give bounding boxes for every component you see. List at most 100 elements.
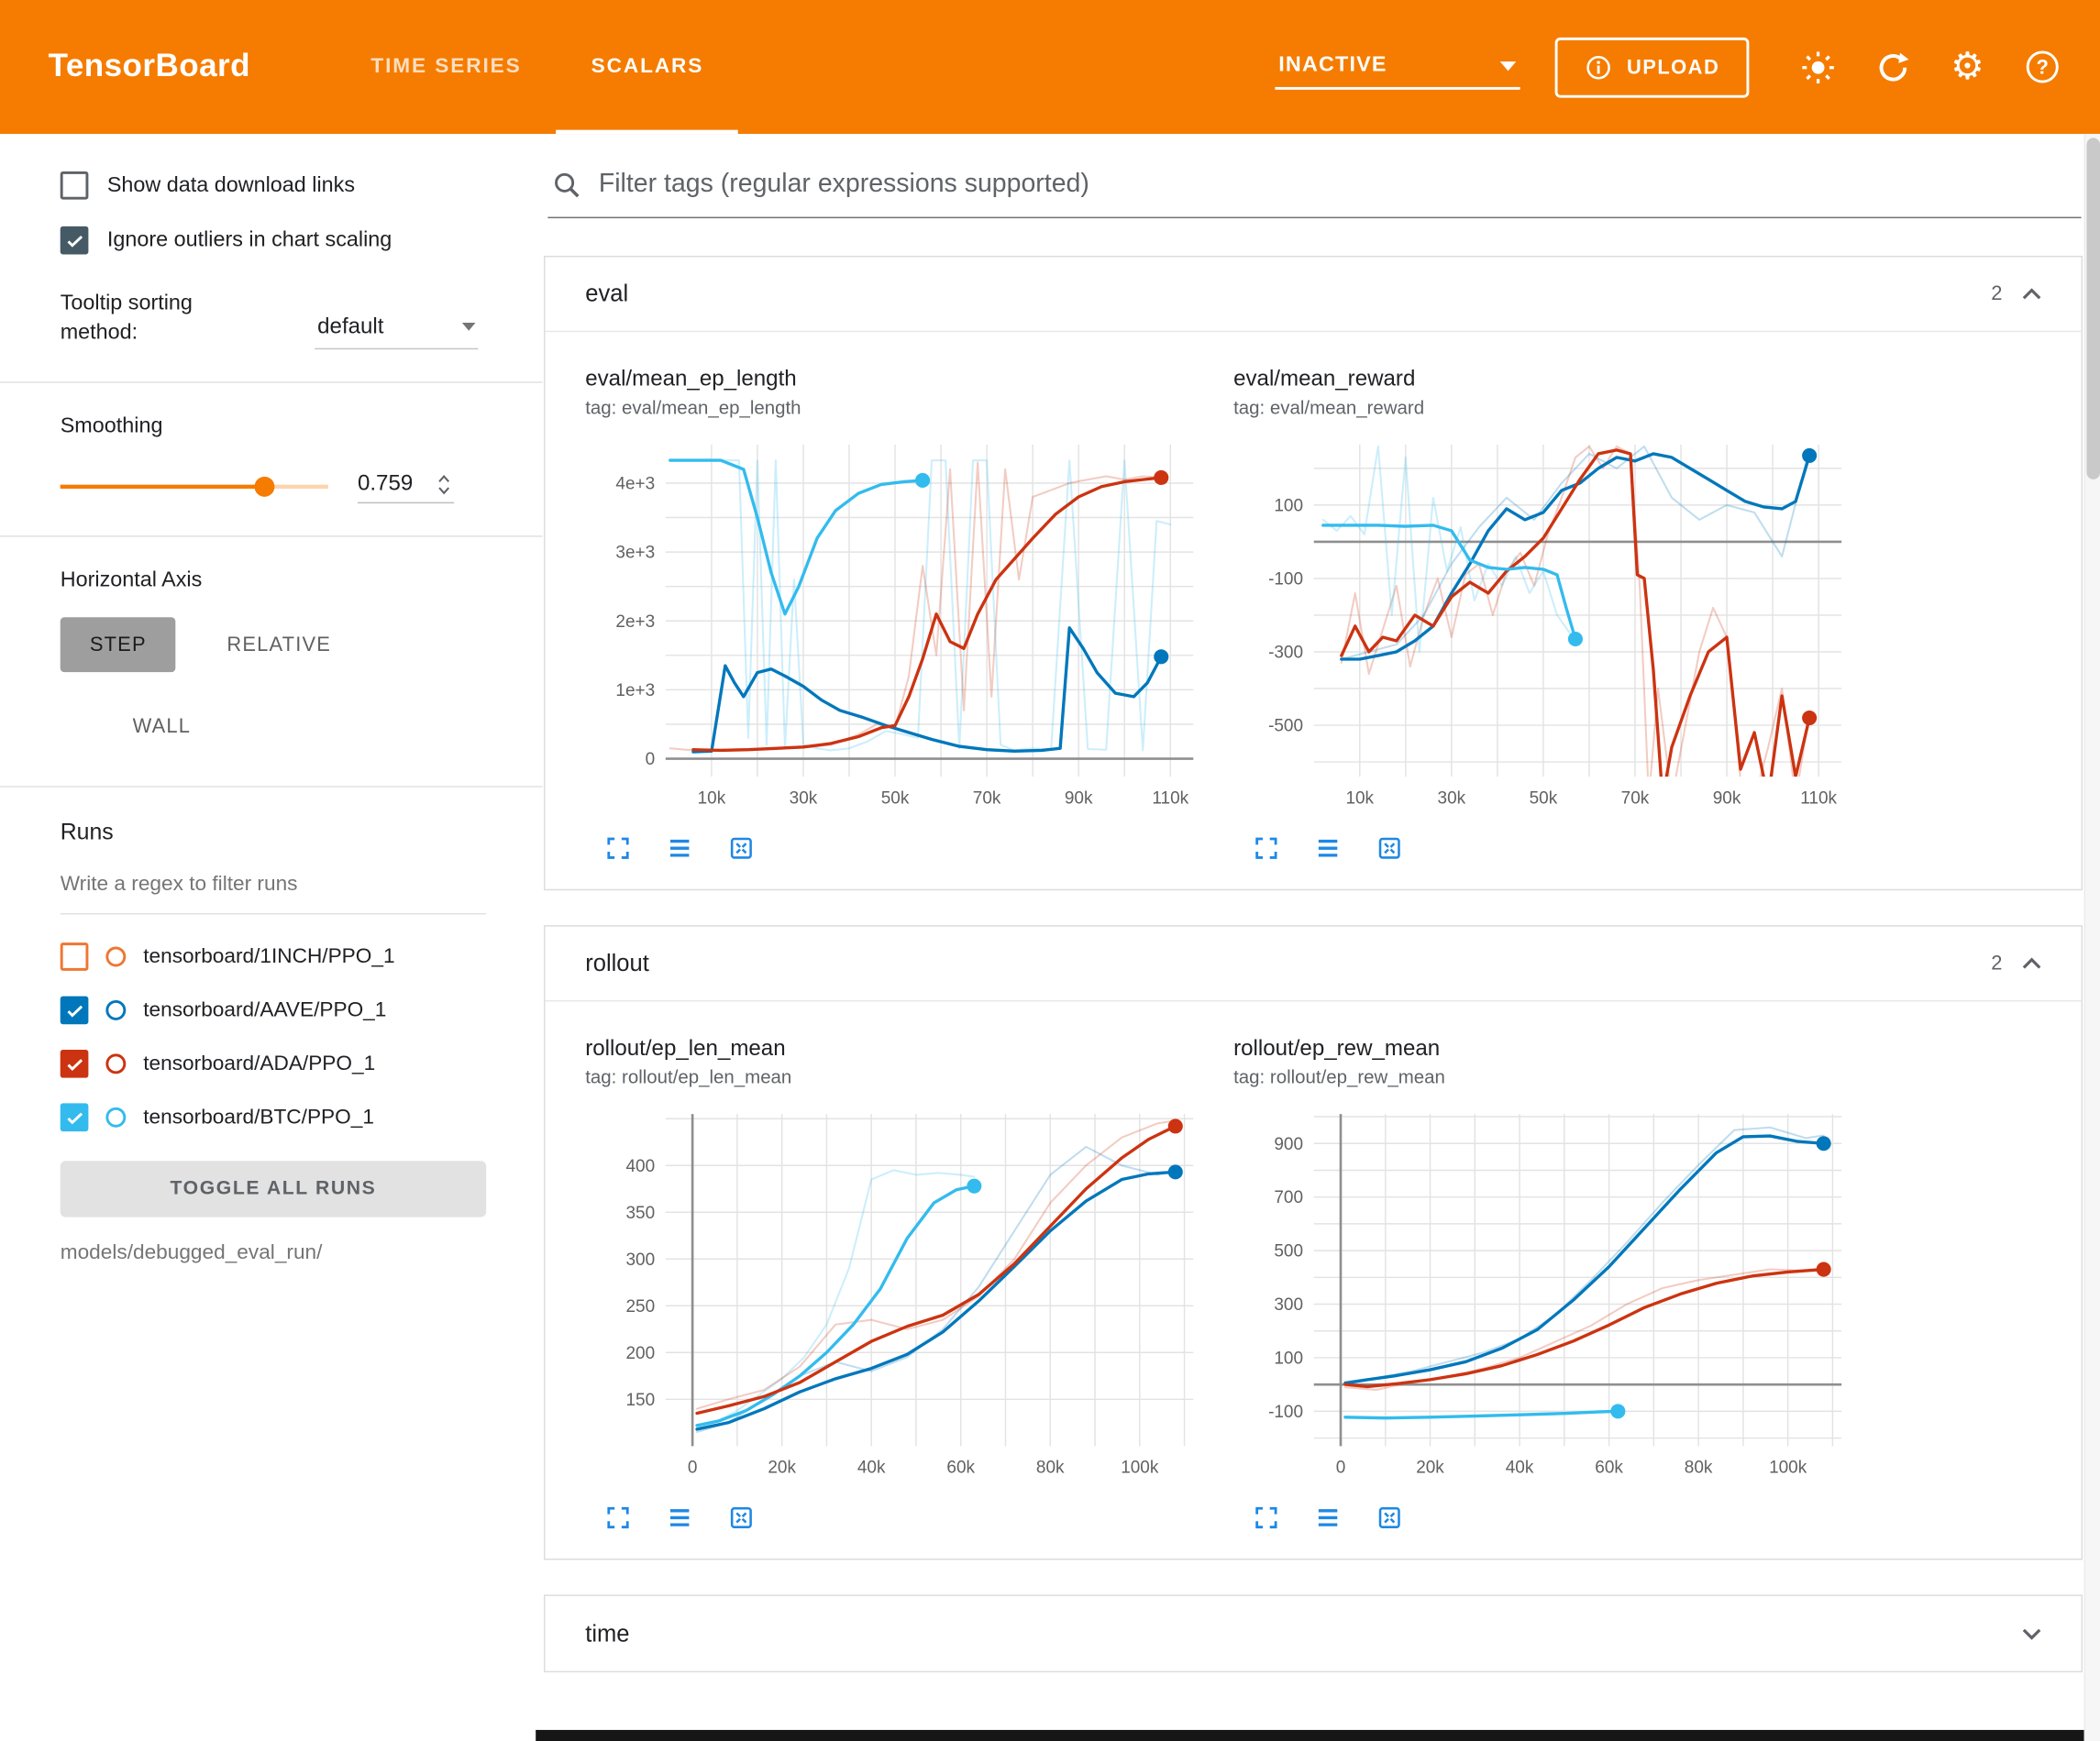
vertical-scrollbar[interactable] [2084, 134, 2100, 1741]
ignore-outliers-checkbox[interactable] [61, 226, 89, 255]
section-header-time[interactable]: time [545, 1596, 2081, 1671]
run-row[interactable]: tensorboard/AAVE/PPO_1 [61, 984, 486, 1037]
svg-text:50k: 50k [881, 788, 910, 808]
app-title: TensorBoard [49, 49, 250, 86]
chevron-up-icon[interactable] [2015, 946, 2050, 981]
run-checkbox[interactable] [61, 1050, 89, 1078]
svg-text:10k: 10k [698, 788, 726, 808]
data-table-icon[interactable] [1314, 1504, 1343, 1532]
data-table-icon[interactable] [1314, 834, 1343, 863]
run-row[interactable]: tensorboard/ADA/PPO_1 [61, 1038, 486, 1091]
chart-canvas[interactable]: -100100300500700900020k40k60k80k100k [1233, 1103, 1850, 1483]
data-table-icon[interactable] [666, 1504, 694, 1532]
data-table-icon[interactable] [666, 834, 694, 863]
gear-glyph: ⚙ [1951, 49, 1984, 86]
settings-gear-icon[interactable]: ⚙ [1940, 39, 1995, 94]
smoothing-slider[interactable] [61, 477, 328, 497]
section-count: 2 [1991, 952, 2002, 975]
series-tensorboard/BTC/PPO_1 [1345, 1411, 1618, 1417]
run-checkbox[interactable] [61, 1104, 89, 1132]
runs-base-path: models/debugged_eval_run/ [61, 1241, 486, 1265]
axis-option-relative[interactable]: RELATIVE [197, 617, 360, 672]
upload-label: UPLOAD [1627, 56, 1719, 79]
svg-text:1e+3: 1e+3 [615, 681, 655, 700]
upload-button[interactable]: UPLOAD [1554, 37, 1749, 97]
chart-tag: tag: eval/mean_reward [1233, 396, 1862, 417]
chart-toolbar [1233, 1504, 1862, 1532]
series-tensorboard/ADA/PPO_1 [1342, 450, 1809, 799]
app-header: TensorBoard TIME SERIES SCALARS INACTIVE… [0, 0, 2100, 134]
chart-canvas[interactable]: 150200250300350400020k40k60k80k100k [585, 1103, 1201, 1483]
status-dropdown[interactable]: INACTIVE [1275, 44, 1520, 90]
run-checkbox[interactable] [61, 997, 89, 1025]
section-title: eval [585, 280, 628, 308]
chart-tag: tag: rollout/ep_rew_mean [1233, 1066, 1862, 1087]
svg-text:0: 0 [1336, 1459, 1346, 1478]
raw-series-tensorboard/ADA/PPO_1 [697, 1120, 1176, 1408]
run-checkbox[interactable] [61, 943, 89, 972]
fit-domain-icon[interactable] [727, 1504, 756, 1532]
brightness-icon[interactable] [1789, 39, 1845, 94]
tag-filter-input[interactable] [599, 169, 2079, 200]
expand-chart-icon[interactable] [1253, 1504, 1281, 1532]
smoothing-value-box [358, 471, 454, 503]
section-header-rollout[interactable]: rollout 2 [545, 927, 2081, 1002]
toggle-all-runs-button[interactable]: TOGGLE ALL RUNS [61, 1161, 486, 1217]
chevron-down-icon[interactable] [2015, 1616, 2050, 1651]
section-title: rollout [585, 949, 649, 977]
fit-domain-icon[interactable] [1376, 834, 1404, 863]
run-row[interactable]: tensorboard/1INCH/PPO_1 [61, 931, 486, 984]
smoothing-value-input[interactable] [358, 471, 425, 497]
run-list: tensorboard/1INCH/PPO_1 tensorboard/AAVE/… [61, 931, 486, 1145]
search-icon [550, 168, 582, 200]
section-header-right: 2 [1991, 946, 2049, 981]
expand-chart-icon[interactable] [1253, 834, 1281, 863]
svg-text:100: 100 [1274, 496, 1303, 515]
runs-heading: Runs [61, 819, 486, 845]
chart-canvas[interactable]: 100-100-300-50010k30k50k70k90k110k [1233, 434, 1850, 814]
run-label: tensorboard/1INCH/PPO_1 [143, 945, 394, 969]
scrollbar-thumb[interactable] [2086, 138, 2100, 479]
show-download-links-checkbox[interactable] [61, 171, 89, 200]
expand-chart-icon[interactable] [604, 1504, 633, 1532]
show-download-links-row[interactable]: Show data download links [0, 171, 542, 200]
bottom-divider [536, 1729, 2100, 1741]
refresh-icon[interactable] [1864, 39, 1920, 94]
slider-fill [61, 485, 264, 489]
svg-text:0: 0 [646, 750, 656, 769]
series-tensorboard/ADA/PPO_1 [693, 478, 1161, 750]
expand-chart-icon[interactable] [604, 834, 633, 863]
endpoint-dot-tensorboard/BTC/PPO_1 [915, 473, 930, 488]
chart-toolbar [1233, 834, 1862, 863]
fit-domain-icon[interactable] [1376, 1504, 1404, 1532]
svg-text:110k: 110k [1800, 788, 1837, 808]
chart-canvas[interactable]: 01e+32e+33e+34e+310k30k50k70k90k110k [585, 434, 1201, 814]
series-lines [697, 1120, 1176, 1432]
axis-option-step[interactable]: STEP [61, 617, 176, 672]
series-lines [1345, 1128, 1824, 1419]
fit-domain-icon[interactable] [727, 834, 756, 863]
axis-option-wall[interactable]: WALL [103, 699, 220, 754]
help-icon[interactable]: ? [2015, 39, 2071, 94]
stepper-arrows[interactable] [434, 471, 454, 498]
tab-time-series[interactable]: TIME SERIES [336, 0, 556, 134]
endpoint-dot-tensorboard/AAVE/PPO_1 [1817, 1136, 1831, 1151]
horizontal-axis-block: Horizontal Axis STEPRELATIVEWALL [0, 568, 542, 754]
tooltip-sorting-select[interactable]: default [315, 309, 478, 349]
run-label: tensorboard/BTC/PPO_1 [143, 1106, 374, 1129]
runs-filter-input[interactable] [61, 865, 486, 914]
svg-text:100k: 100k [1121, 1459, 1159, 1478]
ignore-outliers-row[interactable]: Ignore outliers in chart scaling [0, 226, 542, 255]
section-body: eval/mean_ep_lengthtag: eval/mean_ep_len… [545, 332, 2081, 889]
svg-text:40k: 40k [857, 1459, 886, 1478]
svg-text:30k: 30k [790, 788, 818, 808]
section-header-eval[interactable]: eval2 [545, 257, 2081, 332]
slider-thumb[interactable] [254, 477, 274, 497]
svg-text:300: 300 [626, 1251, 656, 1270]
chart-card-eval-mean-ep-length: eval/mean_ep_lengthtag: eval/mean_ep_len… [585, 367, 1214, 862]
tab-scalars[interactable]: SCALARS [557, 0, 739, 134]
run-row[interactable]: tensorboard/BTC/PPO_1 [61, 1091, 486, 1144]
chevron-up-icon[interactable] [2015, 277, 2050, 312]
run-color-ring [105, 1054, 126, 1074]
series-tensorboard/AAVE/PPO_1 [1345, 1136, 1824, 1383]
